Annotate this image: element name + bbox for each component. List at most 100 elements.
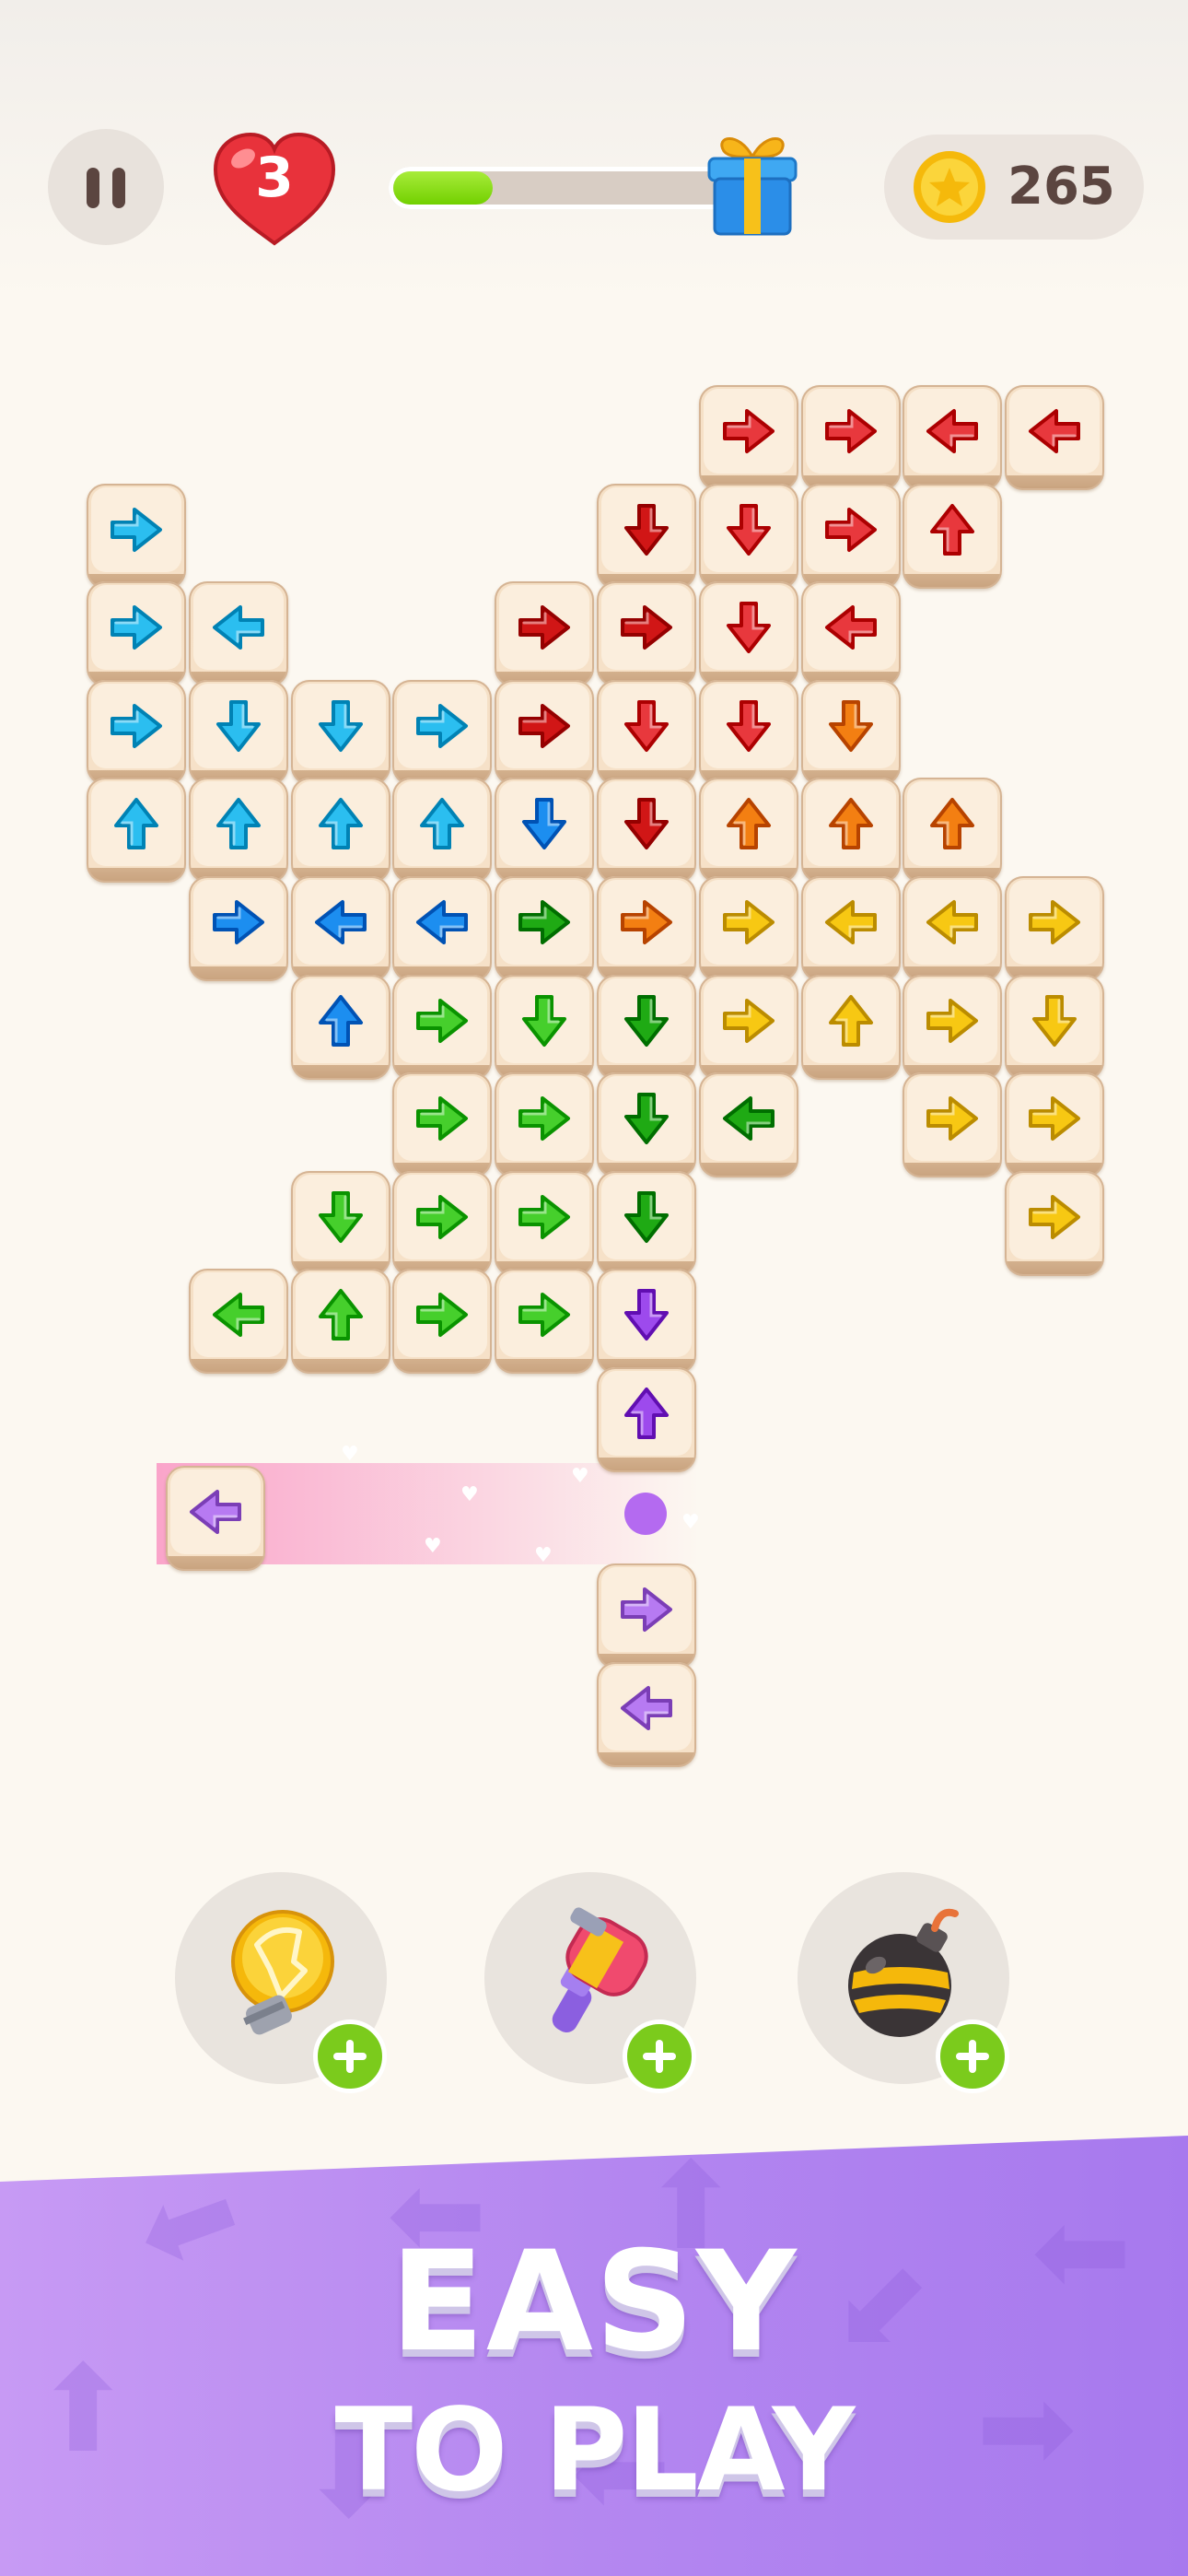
arrow-up-icon bbox=[114, 798, 158, 849]
arrow-tile-down[interactable] bbox=[291, 680, 390, 785]
arrow-tile-down[interactable] bbox=[597, 1269, 696, 1374]
arrow-tile-down[interactable] bbox=[597, 778, 696, 883]
booster-hammer-button[interactable] bbox=[484, 1872, 696, 2093]
arrow-tile-right[interactable] bbox=[801, 385, 901, 490]
arrow-tile-down[interactable] bbox=[597, 1072, 696, 1177]
arrow-down-icon bbox=[727, 504, 771, 556]
arrow-tile-right[interactable] bbox=[87, 581, 186, 686]
arrow-tile-down[interactable] bbox=[699, 680, 798, 785]
arrow-tile-up[interactable] bbox=[291, 975, 390, 1080]
arrow-tile-down[interactable] bbox=[597, 1171, 696, 1276]
arrow-right-icon bbox=[518, 1293, 570, 1337]
arrow-tile-down[interactable] bbox=[291, 1171, 390, 1276]
plus-icon[interactable] bbox=[936, 2020, 1009, 2093]
arrow-right-icon bbox=[416, 1293, 468, 1337]
arrow-tile-right[interactable] bbox=[495, 1269, 594, 1374]
arrow-left-icon bbox=[926, 900, 978, 944]
arrow-tile-up[interactable] bbox=[189, 778, 288, 883]
arrow-tile-down[interactable] bbox=[495, 975, 594, 1080]
arrow-tile-left[interactable] bbox=[801, 581, 901, 686]
arrow-tile-right[interactable] bbox=[1005, 876, 1104, 981]
arrow-tile-right[interactable] bbox=[87, 484, 186, 589]
arrow-up-icon bbox=[930, 798, 974, 849]
arrow-tile-down[interactable] bbox=[597, 680, 696, 785]
arrow-tile-left[interactable] bbox=[392, 876, 492, 981]
arrow-tile-left[interactable] bbox=[903, 385, 1002, 490]
arrow-tile-right[interactable] bbox=[1005, 1072, 1104, 1177]
arrow-up-icon bbox=[319, 995, 363, 1047]
arrow-tile-right[interactable] bbox=[597, 876, 696, 981]
arrow-tile-down[interactable] bbox=[801, 680, 901, 785]
arrow-down-icon bbox=[624, 995, 669, 1047]
arrow-tile-right[interactable] bbox=[392, 1269, 492, 1374]
arrow-left-icon bbox=[416, 900, 468, 944]
arrow-up-icon bbox=[319, 798, 363, 849]
arrow-tile-up[interactable] bbox=[801, 778, 901, 883]
arrow-tile-up[interactable] bbox=[597, 1367, 696, 1472]
arrow-left-icon bbox=[621, 1686, 672, 1730]
arrow-tile-right[interactable] bbox=[699, 876, 798, 981]
arrow-tile-right[interactable] bbox=[699, 975, 798, 1080]
arrow-tile-left[interactable] bbox=[903, 876, 1002, 981]
arrow-tile-right[interactable] bbox=[495, 581, 594, 686]
arrow-tile-right[interactable] bbox=[903, 975, 1002, 1080]
arrow-tile-right[interactable] bbox=[392, 680, 492, 785]
arrow-tile-right[interactable] bbox=[189, 876, 288, 981]
arrow-right-icon bbox=[111, 704, 162, 748]
arrow-tile-left[interactable] bbox=[291, 876, 390, 981]
plus-icon[interactable] bbox=[313, 2020, 387, 2093]
arrow-tile-right[interactable] bbox=[392, 975, 492, 1080]
arrow-up-icon bbox=[319, 1289, 363, 1341]
arrow-tile-down[interactable] bbox=[495, 778, 594, 883]
arrow-tile-left[interactable] bbox=[166, 1466, 265, 1571]
arrow-tile-up[interactable] bbox=[291, 1269, 390, 1374]
arrow-tile-left[interactable] bbox=[189, 581, 288, 686]
arrow-tile-down[interactable] bbox=[699, 581, 798, 686]
arrow-tile-right[interactable] bbox=[699, 385, 798, 490]
arrow-left-icon bbox=[1029, 409, 1080, 453]
arrow-right-icon bbox=[1029, 1195, 1080, 1239]
arrow-tile-right[interactable] bbox=[87, 680, 186, 785]
arrow-tile-right[interactable] bbox=[903, 1072, 1002, 1177]
arrow-tile-down[interactable] bbox=[597, 975, 696, 1080]
booster-bomb-button[interactable] bbox=[798, 1872, 1009, 2093]
arrow-tile-down[interactable] bbox=[189, 680, 288, 785]
plus-icon[interactable] bbox=[623, 2020, 696, 2093]
arrow-tile-up[interactable] bbox=[87, 778, 186, 883]
arrow-tile-right[interactable] bbox=[392, 1072, 492, 1177]
arrow-tile-right[interactable] bbox=[495, 1072, 594, 1177]
arrow-tile-up[interactable] bbox=[699, 778, 798, 883]
arrow-down-icon bbox=[727, 602, 771, 653]
arrow-tile-down[interactable] bbox=[597, 484, 696, 589]
arrow-right-icon bbox=[111, 605, 162, 650]
arrow-tile-left[interactable] bbox=[597, 1662, 696, 1767]
arrow-tile-right[interactable] bbox=[597, 581, 696, 686]
arrow-tile-right[interactable] bbox=[392, 1171, 492, 1276]
arrow-tile-left[interactable] bbox=[1005, 385, 1104, 490]
arrow-down-icon bbox=[319, 1191, 363, 1243]
arrow-tile-right[interactable] bbox=[495, 680, 594, 785]
arrow-left-icon bbox=[825, 605, 877, 650]
arrow-tile-right[interactable] bbox=[495, 876, 594, 981]
arrow-tile-right[interactable] bbox=[1005, 1171, 1104, 1276]
booster-hint-button[interactable] bbox=[175, 1872, 387, 2093]
arrow-down-icon bbox=[216, 700, 261, 752]
arrow-left-icon bbox=[213, 605, 264, 650]
arrow-tile-down[interactable] bbox=[699, 484, 798, 589]
arrow-tile-down[interactable] bbox=[1005, 975, 1104, 1080]
arrow-tile-right[interactable] bbox=[495, 1171, 594, 1276]
arrow-tile-up[interactable] bbox=[801, 975, 901, 1080]
arrow-tile-left[interactable] bbox=[189, 1269, 288, 1374]
arrow-down-icon bbox=[624, 1093, 669, 1144]
arrow-right-icon bbox=[416, 1195, 468, 1239]
arrow-tile-left[interactable] bbox=[801, 876, 901, 981]
arrow-tile-right[interactable] bbox=[801, 484, 901, 589]
arrow-tile-left[interactable] bbox=[699, 1072, 798, 1177]
arrow-tile-up[interactable] bbox=[903, 484, 1002, 589]
arrow-down-icon bbox=[319, 700, 363, 752]
arrow-up-icon bbox=[727, 798, 771, 849]
arrow-tile-up[interactable] bbox=[903, 778, 1002, 883]
arrow-tile-up[interactable] bbox=[291, 778, 390, 883]
arrow-tile-up[interactable] bbox=[392, 778, 492, 883]
arrow-tile-right[interactable] bbox=[597, 1563, 696, 1669]
